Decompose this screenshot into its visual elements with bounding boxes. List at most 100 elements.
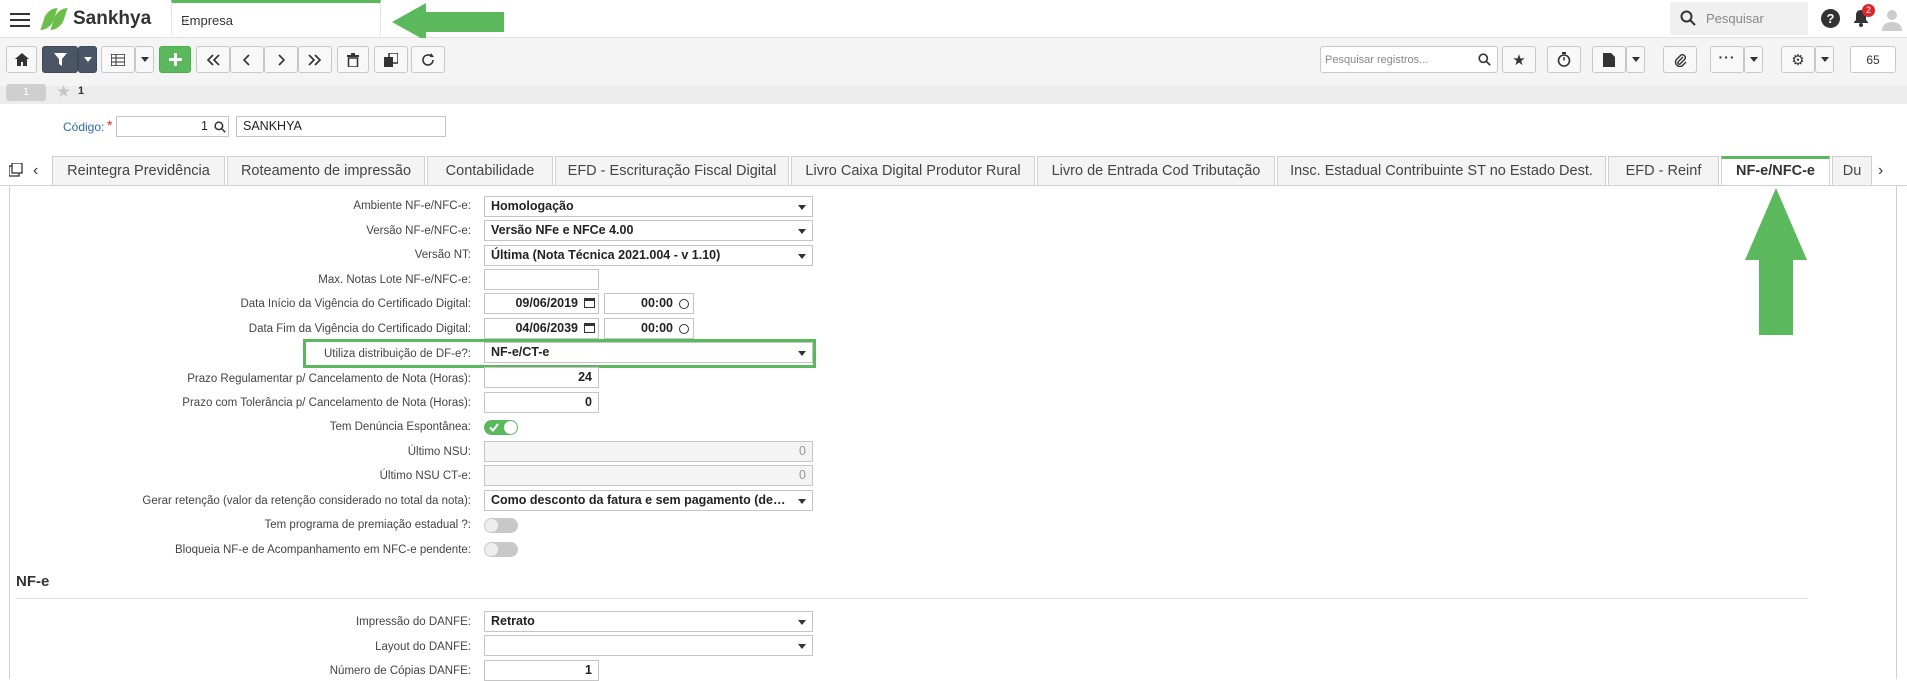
calendar-icon[interactable] [584,298,595,308]
refresh-icon [422,52,434,66]
form-panel [9,186,1897,679]
impressao-danfe-label: Impressão do DANFE: [355,616,471,628]
ambiente-value: Homologação [491,199,574,213]
next-icon [278,53,286,66]
ambiente-select[interactable]: Homologação [484,196,813,217]
versao-nt-select[interactable]: Última (Nota Técnica 2021.004 - v 1.10) [484,245,813,266]
layout-danfe-select[interactable] [484,635,813,656]
filter-button[interactable] [42,46,78,73]
tab-du[interactable]: Du [1832,156,1872,185]
chevron-down-icon [1749,57,1758,62]
copias-danfe-input[interactable]: 1 [484,660,599,681]
annotation-arrow-left [392,3,504,41]
more-button[interactable]: ··· [1710,46,1744,73]
fim-vigencia-date[interactable]: 04/06/2039 [484,318,599,339]
gerar-retencao-select[interactable]: Como desconto da fatura e sem pagamento … [484,490,813,511]
premiacao-toggle[interactable] [484,518,518,533]
max-notas-input[interactable] [484,269,599,290]
tab-livro-entrada[interactable]: Livro de Entrada Cod Tributação [1037,156,1275,185]
logo[interactable]: Sankhya [40,8,152,30]
copy-icon [384,52,398,67]
report-icon [1603,52,1615,67]
duplicate-button[interactable] [374,46,408,73]
search-icon[interactable] [214,121,226,133]
timer-button[interactable] [1547,46,1581,73]
delete-button[interactable] [337,46,369,73]
tab-efd-reinf[interactable]: EFD - Reinf [1608,156,1719,185]
filter-dropdown[interactable] [78,46,97,73]
brand-name: Sankhya [73,8,152,29]
codigo-label: Código: [63,120,105,134]
menu-icon[interactable] [10,13,30,27]
report-button[interactable] [1592,46,1626,73]
clock-icon[interactable] [679,299,689,309]
inicio-vigencia-label: Data Início da Vigência do Certificado D… [240,298,471,310]
user-avatar-icon[interactable] [1880,7,1904,31]
settings-button[interactable]: ⚙ [1781,46,1815,73]
add-button[interactable] [159,46,191,73]
gear-icon: ⚙ [1791,51,1805,69]
global-search[interactable]: Pesquisar [1670,2,1808,35]
section-divider [16,598,1808,599]
notification-badge: 2 [1862,4,1875,17]
ultimo-nsu-cte-label: Último NSU CT-e: [379,470,471,482]
help-icon[interactable]: ? [1821,9,1840,28]
clock-icon[interactable] [679,324,689,334]
report-dropdown[interactable] [1626,46,1645,73]
record-pill[interactable]: 1 [6,84,46,101]
gerar-retencao-value: Como desconto da fatura e sem pagamento … [491,493,786,507]
denuncia-label: Tem Denúncia Espontânea: [329,421,471,433]
impressao-danfe-select[interactable]: Retrato [484,611,813,632]
tab-nfe-nfce[interactable]: NF-e/NFC-e [1721,156,1830,185]
versao-select[interactable]: Versão NFe e NFCe 4.00 [484,220,813,241]
chevron-down-icon [798,351,806,356]
search-records-input[interactable]: Pesquisar registros... [1320,46,1498,73]
star-icon[interactable]: ★ [56,82,71,102]
tab-livro-caixa[interactable]: Livro Caixa Digital Produtor Rural [791,156,1035,185]
dist-dfe-select[interactable]: NF-e/CT-e [484,342,813,363]
grid-view-button[interactable] [101,46,135,73]
prazo-tol-input[interactable]: 0 [484,392,599,413]
record-number: 1 [78,85,85,97]
inicio-vigencia-time-value: 00:00 [641,296,673,310]
tab-efd[interactable]: EFD - Escrituração Fiscal Digital [555,156,789,185]
denuncia-toggle[interactable] [484,420,518,435]
tab-reintegra[interactable]: Reintegra Previdência [52,156,225,185]
home-button[interactable] [6,46,37,73]
settings-dropdown[interactable] [1815,46,1834,73]
close-tab-icon[interactable]: × [181,13,374,28]
tab-empresa[interactable]: Empresa × [171,0,381,36]
tab-roteamento[interactable]: Roteamento de impressão [227,156,425,185]
versao-value: Versão NFe e NFCe 4.00 [491,223,634,237]
calendar-icon[interactable] [584,323,595,333]
attach-button[interactable] [1663,46,1697,73]
chevron-down-icon [798,644,806,649]
inicio-vigencia-date-value: 09/06/2019 [515,296,578,310]
first-record-button[interactable] [196,46,230,73]
codigo-input[interactable]: 1 [116,116,229,137]
tab-contabilidade[interactable]: Contabilidade [427,156,553,185]
search-records-placeholder: Pesquisar registros... [1325,54,1429,66]
last-record-button[interactable] [298,46,332,73]
tab-insc-estadual[interactable]: Insc. Estadual Contribuinte ST no Estado… [1277,156,1606,185]
previous-record-button[interactable] [230,46,264,73]
page-size-field[interactable]: 65 [1850,46,1896,73]
codigo-value: 1 [201,119,208,133]
impressao-danfe-value: Retrato [491,614,535,628]
toolbar: Pesquisar registros... ★ ··· ⚙ 65 [0,38,1907,86]
prazo-reg-input[interactable]: 24 [484,367,599,388]
ultimo-nsu-label: Último NSU: [407,446,471,458]
last-icon [308,53,322,66]
sankhya-logo-icon [40,8,68,30]
next-record-button[interactable] [264,46,298,73]
versao-label: Versão NF-e/NFC-e: [366,225,471,237]
chevron-right-icon[interactable]: › [1878,162,1883,180]
home-icon [14,53,29,66]
grid-view-dropdown[interactable] [135,46,154,73]
bloqueia-toggle[interactable] [484,542,518,557]
refresh-button[interactable] [411,46,445,73]
more-dropdown[interactable] [1744,46,1763,73]
grid-icon [111,53,125,66]
favorite-button[interactable]: ★ [1502,46,1536,73]
inicio-vigencia-date[interactable]: 09/06/2019 [484,293,599,314]
